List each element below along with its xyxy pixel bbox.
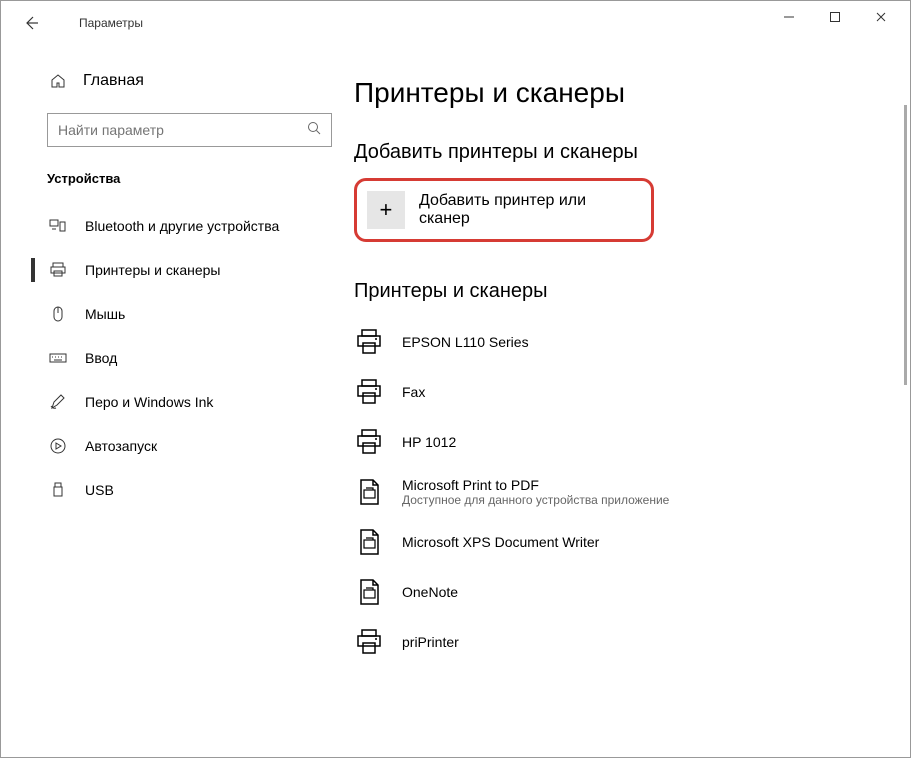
devices-icon <box>49 217 67 235</box>
sidebar-item-autoplay[interactable]: Автозапуск <box>1 424 346 468</box>
pen-icon <box>49 393 67 411</box>
sidebar-item-label: Принтеры и сканеры <box>85 262 220 278</box>
document-icon <box>354 577 384 607</box>
printer-name: Microsoft Print to PDF <box>402 477 669 493</box>
add-printer-button[interactable]: + Добавить принтер или сканер <box>367 191 641 229</box>
printer-name: priPrinter <box>402 634 459 650</box>
sidebar-item-label: Bluetooth и другие устройства <box>85 218 279 234</box>
sidebar-item-bluetooth[interactable]: Bluetooth и другие устройства <box>1 204 346 248</box>
sidebar-item-label: Ввод <box>85 350 117 366</box>
sidebar-item-label: Мышь <box>85 306 125 322</box>
maximize-button[interactable] <box>812 1 858 33</box>
printer-item[interactable]: HP 1012 <box>354 417 870 467</box>
main-content: Принтеры и сканеры Добавить принтеры и с… <box>346 45 910 757</box>
printers-section-title: Принтеры и сканеры <box>354 280 870 303</box>
document-icon <box>354 527 384 557</box>
close-button[interactable] <box>858 1 904 33</box>
scrollbar[interactable] <box>895 45 909 755</box>
printer-name: EPSON L110 Series <box>402 334 529 350</box>
page-title: Принтеры и сканеры <box>354 77 870 109</box>
usb-icon <box>49 481 67 499</box>
printer-name: Fax <box>402 384 425 400</box>
autoplay-icon <box>49 437 67 455</box>
sidebar-category: Устройства <box>1 165 346 204</box>
printer-item[interactable]: priPrinter <box>354 617 870 667</box>
minimize-button[interactable] <box>766 1 812 33</box>
home-icon <box>49 73 67 89</box>
search-box[interactable] <box>47 113 332 147</box>
sidebar-item-mouse[interactable]: Мышь <box>1 292 346 336</box>
printer-item[interactable]: Microsoft XPS Document Writer <box>354 517 870 567</box>
sidebar-item-label: Автозапуск <box>85 438 157 454</box>
printer-device-icon <box>354 627 384 657</box>
printer-icon <box>49 261 67 279</box>
document-icon <box>354 477 384 507</box>
scrollbar-thumb[interactable] <box>904 105 907 385</box>
sidebar-item-typing[interactable]: Ввод <box>1 336 346 380</box>
printer-name: Microsoft XPS Document Writer <box>402 534 599 550</box>
printer-name: HP 1012 <box>402 434 456 450</box>
sidebar-item-pen[interactable]: Перо и Windows Ink <box>1 380 346 424</box>
plus-icon: + <box>367 191 405 229</box>
sidebar-item-label: Перо и Windows Ink <box>85 394 213 410</box>
printer-item[interactable]: OneNote <box>354 567 870 617</box>
printer-device-icon <box>354 327 384 357</box>
window-title: Параметры <box>79 16 143 30</box>
sidebar-item-printers[interactable]: Принтеры и сканеры <box>1 248 346 292</box>
sidebar-item-label: USB <box>85 482 114 498</box>
printer-sub: Доступное для данного устройства приложе… <box>402 493 669 507</box>
printer-item[interactable]: Microsoft Print to PDF Доступное для дан… <box>354 467 870 517</box>
back-button[interactable] <box>11 3 51 43</box>
sidebar-home-label: Главная <box>83 72 144 90</box>
printer-name: OneNote <box>402 584 458 600</box>
printer-device-icon <box>354 427 384 457</box>
add-printer-label: Добавить принтер или сканер <box>419 192 641 228</box>
search-input[interactable] <box>58 122 307 138</box>
printer-item[interactable]: Fax <box>354 367 870 417</box>
printer-item[interactable]: EPSON L110 Series <box>354 317 870 367</box>
sidebar-item-usb[interactable]: USB <box>1 468 346 512</box>
add-section-title: Добавить принтеры и сканеры <box>354 141 870 164</box>
add-printer-highlight: + Добавить принтер или сканер <box>354 178 654 242</box>
mouse-icon <box>49 305 67 323</box>
keyboard-icon <box>49 349 67 367</box>
sidebar-home[interactable]: Главная <box>1 61 346 101</box>
search-icon <box>307 121 321 140</box>
sidebar: Главная Устройства Bluetooth и другие ус… <box>1 45 346 757</box>
printer-device-icon <box>354 377 384 407</box>
